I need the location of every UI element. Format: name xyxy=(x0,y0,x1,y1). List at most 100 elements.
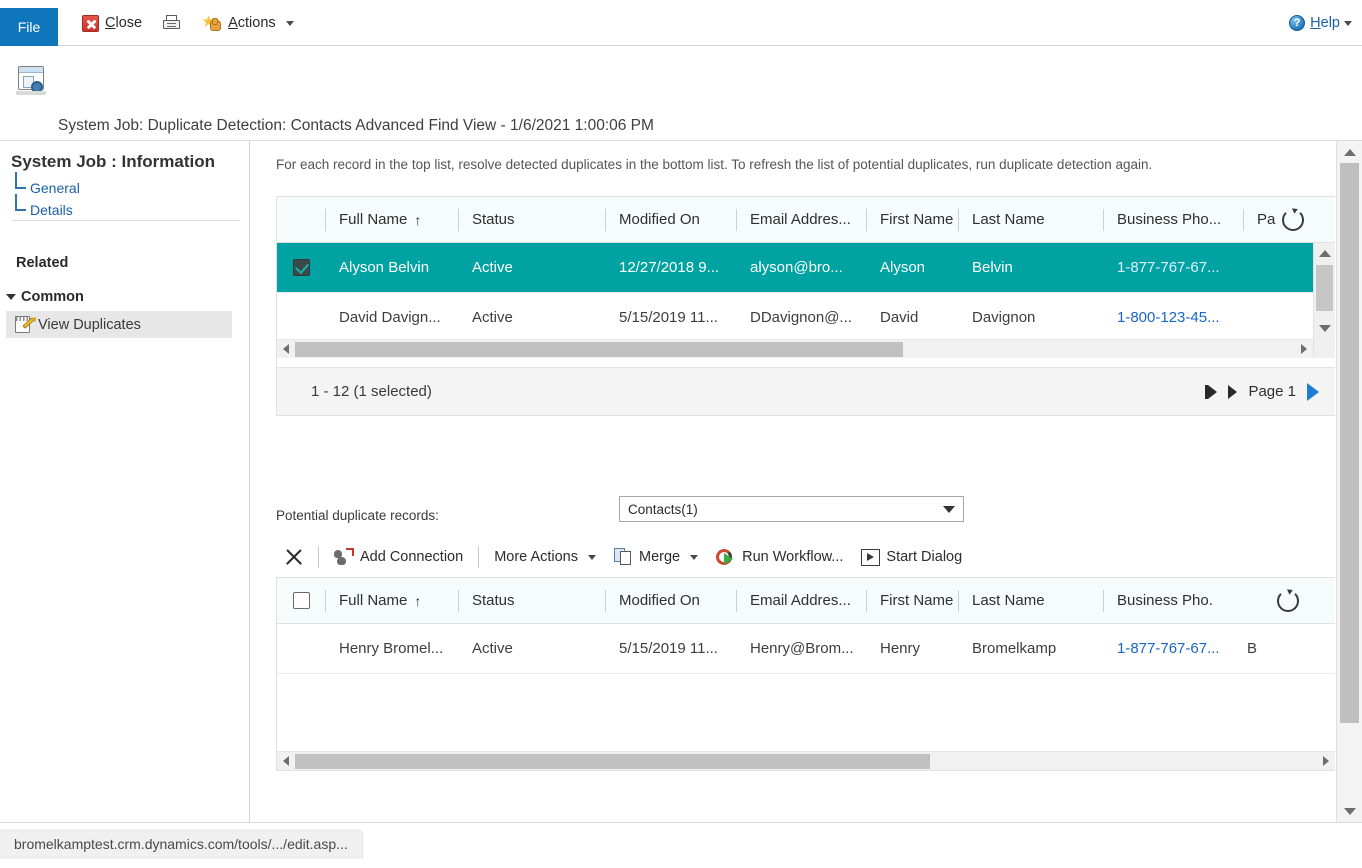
print-button[interactable] xyxy=(152,7,192,39)
column-header-last-name[interactable]: Last Name xyxy=(958,197,1103,242)
start-dialog-button[interactable]: Start Dialog xyxy=(852,543,971,571)
first-page-button[interactable] xyxy=(1205,384,1218,399)
row-checkbox[interactable] xyxy=(292,259,310,276)
hscroll-track[interactable] xyxy=(295,341,1295,357)
help-chevron-down-icon xyxy=(1344,20,1352,26)
column-header-email-addres[interactable]: Email Addres... xyxy=(736,578,866,623)
help-icon: ? xyxy=(1289,15,1306,31)
add-connection-button[interactable]: Add Connection xyxy=(325,543,472,571)
bottom-grid-hscrollbar[interactable] xyxy=(277,751,1335,770)
refresh-icon[interactable] xyxy=(1282,209,1304,231)
row-select-cell[interactable] xyxy=(277,259,325,276)
column-header-first-name[interactable]: First Name xyxy=(866,197,958,242)
table-cell: 1-877-767-67... xyxy=(1117,259,1220,276)
column-header-label: Status xyxy=(472,211,515,228)
more-actions-label: More Actions xyxy=(494,549,579,565)
bottom-hscroll-thumb[interactable] xyxy=(295,753,930,769)
toolbar-divider-2 xyxy=(478,546,480,568)
sidebar-item-view-duplicates[interactable]: View Duplicates xyxy=(6,311,232,338)
column-header-label: Full Name xyxy=(339,592,408,609)
actions-star-icon xyxy=(202,14,222,32)
column-header-modified-on[interactable]: Modified On xyxy=(605,578,736,623)
row-select-cell[interactable] xyxy=(277,309,325,326)
table-cell: Active xyxy=(472,259,513,276)
close-label-rest: lose xyxy=(115,15,143,31)
page-scroll-thumb[interactable] xyxy=(1340,163,1359,723)
page-header: System Job: Duplicate Detection: Contact… xyxy=(0,46,1362,163)
column-header-business-pho[interactable]: Business Pho. xyxy=(1103,578,1233,623)
column-header-business-pho[interactable]: Business Pho... xyxy=(1103,197,1243,242)
table-cell: 12/27/2018 9... xyxy=(619,259,720,276)
column-header-label: Business Pho... xyxy=(1117,211,1222,228)
table-row[interactable]: Henry Bromel... Active 5/15/2019 11... Henr… xyxy=(277,624,1335,674)
potential-duplicates-select[interactable]: Contacts(1) xyxy=(619,496,964,522)
command-bar: File Close Actions ? Help xyxy=(0,0,1362,46)
column-header-label: Pa xyxy=(1257,211,1276,228)
actions-menu-button[interactable]: Actions xyxy=(192,7,304,39)
hscroll-thumb[interactable] xyxy=(295,341,903,357)
close-button[interactable]: Close xyxy=(72,7,152,39)
page-number-label: Page 1 xyxy=(1248,383,1296,400)
status-bar: bromelkamptest.crm.dynamics.com/tools/..… xyxy=(0,822,1362,868)
run-workflow-button[interactable]: Run Workflow... xyxy=(707,543,852,571)
column-header-label: Status xyxy=(472,592,515,609)
top-grid-hscrollbar[interactable] xyxy=(277,339,1313,358)
column-header-last-name[interactable]: Last Name xyxy=(958,578,1103,623)
record-subtitle: System Job: Duplicate Detection: Contact… xyxy=(58,117,654,134)
column-header-first-name[interactable]: First Name xyxy=(866,578,958,623)
table-cell: 1-877-767-67... xyxy=(1117,640,1220,657)
help-menu-button[interactable]: ? Help xyxy=(1289,0,1352,46)
column-header-label: Last Name xyxy=(972,592,1045,609)
status-url: bromelkamptest.crm.dynamics.com/tools/..… xyxy=(0,829,363,859)
vscroll-thumb[interactable] xyxy=(1316,265,1333,311)
refresh-icon[interactable] xyxy=(1277,590,1299,612)
column-header-label: First Name xyxy=(880,211,954,228)
bottom-hscroll-left-arrow[interactable] xyxy=(277,756,295,766)
page-vertical-scrollbar[interactable] xyxy=(1336,141,1362,822)
top-grid-body: Alyson Belvin Active 12/27/2018 9... alyson… xyxy=(277,243,1335,343)
merge-label: Merge xyxy=(639,549,681,565)
file-tab[interactable]: File xyxy=(0,8,58,46)
nav-tree: General Details xyxy=(14,172,80,221)
column-header-full-name[interactable]: Full Name ↑ xyxy=(325,197,458,242)
column-header-status[interactable]: Status xyxy=(458,197,605,242)
previous-page-button[interactable] xyxy=(1228,384,1238,399)
bottom-grid-select-all-cell[interactable] xyxy=(277,592,325,609)
page-scroll-down-arrow[interactable] xyxy=(1337,800,1362,822)
bottom-hscroll-track[interactable] xyxy=(295,753,1317,769)
more-actions-button[interactable]: More Actions xyxy=(485,543,605,571)
column-header-email-addres[interactable]: Email Addres... xyxy=(736,197,866,242)
table-cell: Henry@Brom... xyxy=(750,640,854,657)
nav-item-details-label: Details xyxy=(30,202,73,218)
column-header-full-name[interactable]: Full Name ↑ xyxy=(325,578,458,623)
page-scroll-up-arrow[interactable] xyxy=(1337,141,1362,163)
table-cell: 5/15/2019 11... xyxy=(619,309,718,326)
top-grid-select-all-cell[interactable] xyxy=(277,211,325,228)
next-page-button[interactable] xyxy=(1307,382,1319,401)
nav-group-common[interactable]: Common xyxy=(6,289,84,305)
vscroll-up-arrow[interactable] xyxy=(1314,243,1335,263)
column-header-label: Modified On xyxy=(619,211,700,228)
column-header-modified-on[interactable]: Modified On xyxy=(605,197,736,242)
vscroll-down-arrow[interactable] xyxy=(1314,318,1335,338)
record-count-label: 1 - 12 (1 selected) xyxy=(311,383,432,400)
nav-item-details[interactable]: Details xyxy=(14,194,80,221)
table-row[interactable]: David Davign... Active 5/15/2019 11... DDav… xyxy=(277,293,1335,343)
hscroll-right-arrow[interactable] xyxy=(1295,344,1313,354)
column-header-status[interactable]: Status xyxy=(458,578,605,623)
nav-divider xyxy=(12,220,240,221)
table-cell: Bromelkamp xyxy=(972,640,1057,657)
table-row[interactable]: Alyson Belvin Active 12/27/2018 9... alyson… xyxy=(277,243,1335,293)
column-header-pa[interactable]: Pa xyxy=(1243,197,1283,242)
delete-button[interactable] xyxy=(276,543,312,571)
hscroll-left-arrow[interactable] xyxy=(277,344,295,354)
table-cell: alyson@bro... xyxy=(750,259,843,276)
bottom-hscroll-right-arrow[interactable] xyxy=(1317,756,1335,766)
top-grid-vscrollbar[interactable] xyxy=(1313,243,1335,358)
table-cell: 1-800-123-45... xyxy=(1117,309,1220,326)
merge-button[interactable]: Merge xyxy=(605,543,707,571)
bottom-select-all-checkbox[interactable] xyxy=(292,592,310,609)
bottom-grid-header-row: Full Name ↑ Status Modified On Email Addres.… xyxy=(277,578,1335,624)
row-select-cell[interactable] xyxy=(277,640,325,657)
table-cell: Davignon xyxy=(972,309,1036,326)
